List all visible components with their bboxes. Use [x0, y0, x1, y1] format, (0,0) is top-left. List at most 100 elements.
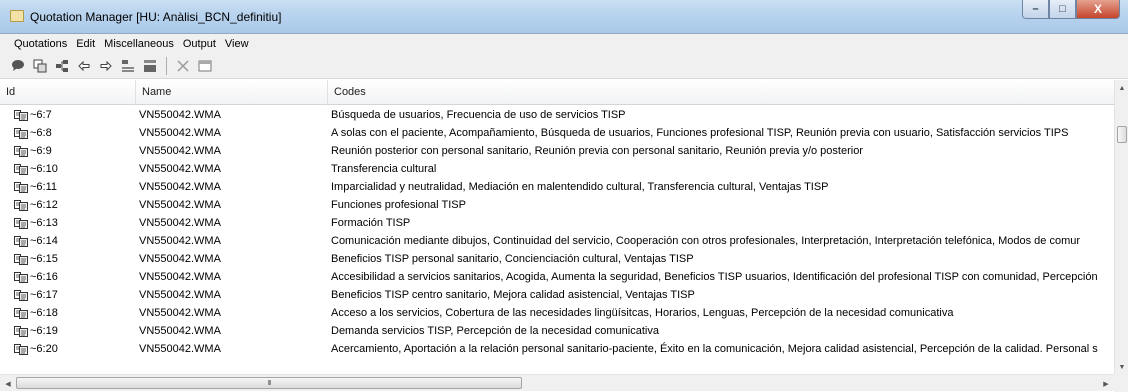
menu-edit[interactable]: Edit	[76, 38, 95, 50]
title-bar: Quotation Manager [HU: Anàlisi_BCN_defin…	[0, 0, 1128, 34]
table-row[interactable]: ~6:11 VN550042.WMA Imparcialidad y neutral…	[0, 178, 1114, 196]
cell-codes: A solas con el paciente, Acompañamiento,…	[331, 127, 1069, 139]
scroll-up-icon[interactable]: ▲	[1115, 80, 1128, 97]
quotation-icon	[14, 343, 28, 355]
cell-codes: Formación TISP	[331, 217, 411, 229]
table-row[interactable]: ~6:18 VN550042.WMA Acceso a los servicios,…	[0, 304, 1114, 322]
cell-codes: Accesibilidad a servicios sanitarios, Ac…	[331, 271, 1098, 283]
cell-name: VN550042.WMA	[139, 181, 221, 193]
quotation-table: Id Name Codes ~6:7 VN550042.WMA Búsqueda d…	[0, 80, 1128, 376]
window-title: Quotation Manager [HU: Anàlisi_BCN_defin…	[30, 10, 282, 24]
table-body: ~6:7 VN550042.WMA Búsqueda de usuarios, Fr…	[0, 106, 1114, 376]
table-row[interactable]: ~6:8 VN550042.WMA A solas con el paciente,…	[0, 124, 1114, 142]
delete-icon[interactable]	[173, 56, 193, 76]
quotation-icon	[14, 217, 28, 229]
toolbar-separator	[166, 56, 167, 75]
scroll-right-icon[interactable]: ▶	[1098, 375, 1114, 392]
menu-quotations[interactable]: Quotations	[14, 38, 67, 50]
cell-codes: Búsqueda de usuarios, Frecuencia de uso …	[331, 109, 626, 121]
quotation-id: ~6:14	[30, 235, 58, 247]
quotation-id: ~6:13	[30, 217, 58, 229]
window-icon[interactable]	[195, 56, 215, 76]
table-row[interactable]: ~6:12 VN550042.WMA Funciones profesional T…	[0, 196, 1114, 214]
quotation-icon	[14, 145, 28, 157]
cell-id: ~6:18	[0, 304, 135, 322]
menu-bar: Quotations Edit Miscellaneous Output Vie…	[0, 34, 1128, 53]
table-row[interactable]: ~6:10 VN550042.WMA Transferencia cultural	[0, 160, 1114, 178]
quotation-icon	[14, 289, 28, 301]
arrow-left-icon[interactable]	[74, 56, 94, 76]
table-row[interactable]: ~6:7 VN550042.WMA Búsqueda de usuarios, Fr…	[0, 106, 1114, 124]
quotation-icon	[14, 199, 28, 211]
cell-id: ~6:20	[0, 340, 135, 358]
arrow-right-icon[interactable]	[96, 56, 116, 76]
quotation-id: ~6:9	[30, 145, 52, 157]
quotation-icon	[14, 235, 28, 247]
list-icon[interactable]	[118, 56, 138, 76]
table-row[interactable]: ~6:17 VN550042.WMA Beneficios TISP centro …	[0, 286, 1114, 304]
menu-output[interactable]: Output	[183, 38, 216, 50]
table-row[interactable]: ~6:16 VN550042.WMA Accesibilidad a servici…	[0, 268, 1114, 286]
close-button[interactable]: X	[1076, 0, 1120, 19]
scrollbar-corner	[1114, 374, 1128, 392]
scroll-left-icon[interactable]: ◀	[0, 375, 16, 392]
cell-codes: Beneficios TISP centro sanitario, Mejora…	[331, 289, 695, 301]
table-row[interactable]: ~6:14 VN550042.WMA Comunicación mediante d…	[0, 232, 1114, 250]
quotation-icon	[14, 307, 28, 319]
maximize-button[interactable]: □	[1049, 0, 1076, 19]
toolbar	[0, 53, 1128, 79]
menu-view[interactable]: View	[225, 38, 249, 50]
quotation-id: ~6:8	[30, 127, 52, 139]
quotation-id: ~6:11	[30, 181, 58, 193]
table-row[interactable]: ~6:13 VN550042.WMA Formación TISP	[0, 214, 1114, 232]
cell-name: VN550042.WMA	[139, 253, 221, 265]
quotation-id: ~6:10	[30, 163, 58, 175]
cell-id: ~6:19	[0, 322, 135, 340]
quotation-id: ~6:20	[30, 343, 58, 355]
horizontal-scroll-thumb[interactable]: III	[16, 377, 522, 389]
cell-codes: Reunión posterior con personal sanitario…	[331, 145, 863, 157]
cell-name: VN550042.WMA	[139, 217, 221, 229]
quotation-id: ~6:17	[30, 289, 58, 301]
quotation-icon	[14, 325, 28, 337]
cell-codes: Transferencia cultural	[331, 163, 437, 175]
table-row[interactable]: ~6:9 VN550042.WMA Reunión posterior con pe…	[0, 142, 1114, 160]
cell-name: VN550042.WMA	[139, 163, 221, 175]
comment-icon[interactable]	[8, 56, 28, 76]
column-header-name[interactable]: Name	[135, 80, 327, 105]
table-row[interactable]: ~6:20 VN550042.WMA Acercamiento, Aportació…	[0, 340, 1114, 358]
horizontal-scrollbar[interactable]: ◀ III ▶	[0, 374, 1114, 391]
quotation-icon	[14, 253, 28, 265]
table-row[interactable]: ~6:15 VN550042.WMA Beneficios TISP persona…	[0, 250, 1114, 268]
cell-id: ~6:9	[0, 142, 135, 160]
list-alt-icon[interactable]	[140, 56, 160, 76]
minimize-button[interactable]: –	[1022, 0, 1049, 19]
vertical-scroll-thumb[interactable]	[1117, 126, 1127, 143]
quotation-icon	[14, 127, 28, 139]
cell-name: VN550042.WMA	[139, 235, 221, 247]
cell-codes: Acercamiento, Aportación a la relación p…	[331, 343, 1098, 355]
copy-quotation-icon[interactable]	[30, 56, 50, 76]
app-icon	[10, 10, 24, 22]
table-row[interactable]: ~6:19 VN550042.WMA Demanda servicios TISP,…	[0, 322, 1114, 340]
cell-id: ~6:10	[0, 160, 135, 178]
cell-name: VN550042.WMA	[139, 343, 221, 355]
column-header-id[interactable]: Id	[0, 80, 135, 105]
window-controls: – □ X	[1022, 0, 1120, 20]
quotation-icon	[14, 181, 28, 193]
cell-id: ~6:8	[0, 124, 135, 142]
cell-id: ~6:16	[0, 268, 135, 286]
cell-id: ~6:7	[0, 106, 135, 124]
cell-id: ~6:15	[0, 250, 135, 268]
tree-icon[interactable]	[52, 56, 72, 76]
vertical-scrollbar[interactable]: ▲ ▼	[1114, 80, 1128, 376]
cell-codes: Comunicación mediante dibujos, Continuid…	[331, 235, 1081, 247]
cell-codes: Imparcialidad y neutralidad, Mediación e…	[331, 181, 829, 193]
cell-name: VN550042.WMA	[139, 127, 221, 139]
menu-miscellaneous[interactable]: Miscellaneous	[104, 38, 174, 50]
scroll-grip: III	[267, 379, 272, 387]
quotation-id: ~6:12	[30, 199, 58, 211]
column-header-codes[interactable]: Codes	[327, 80, 1114, 105]
cell-codes: Acceso a los servicios, Cobertura de las…	[331, 307, 954, 319]
quotation-id: ~6:7	[30, 109, 52, 121]
